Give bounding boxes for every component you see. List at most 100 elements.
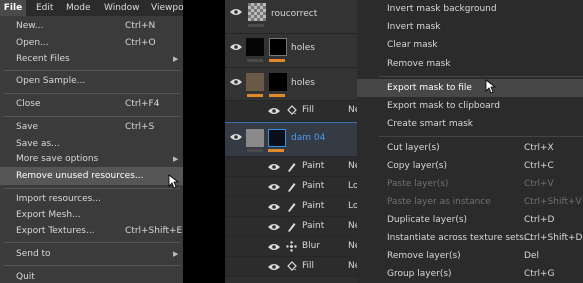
context-item-copy-layers[interactable]: Copy layer(s) Ctrl+C [357,157,583,175]
menu-item-label: Export Textures... [16,226,95,236]
effect-name: Fill [302,261,315,271]
eye-icon[interactable] [230,43,242,51]
effect-row[interactable]: Paint Ne [225,217,357,237]
menu-viewport[interactable]: Viewpo [151,0,183,16]
menu-separator [4,93,180,94]
context-item-cut-layers[interactable]: Cut layer(s) Ctrl+X [357,139,583,157]
context-item-shortcut: Ctrl+C [524,161,554,171]
menu-file[interactable]: File [0,0,26,16]
mask-thumbnail [268,129,286,147]
menu-item-quit[interactable]: Quit [0,268,183,283]
menu-item-export-textures[interactable]: Export Textures... Ctrl+Shift+E [0,222,183,240]
layers-panel: roucorrect holes holes Fill Ne [225,0,357,283]
menu-item-new[interactable]: New... Ctrl+N [0,17,183,35]
eye-icon[interactable] [268,223,280,231]
context-item-label: Remove mask [387,59,451,69]
eye-icon[interactable] [268,243,280,251]
menu-item-label: Recent Files [16,54,70,64]
context-item-label: Invert mask [387,22,441,32]
context-item-shortcut: Del [524,251,539,261]
context-item-duplicate-layers[interactable]: Duplicate layer(s) Ctrl+D [357,211,583,229]
context-item-group-layers[interactable]: Group layer(s) Ctrl+G [357,265,583,283]
layer-name: dam 04 [291,133,326,143]
effect-name: Paint [302,221,325,231]
context-item-label: Invert mask background [387,4,497,14]
brush-icon [288,203,296,212]
layer-thumbnail [246,73,264,91]
layer-group-row[interactable]: dam 04 [225,122,357,157]
context-item-export-mask-to-clipboard[interactable]: Export mask to clipboard [357,97,583,115]
context-item-invert-mask-background[interactable]: Invert mask background [357,0,583,18]
menu-item-label: Open Sample... [16,76,86,86]
effect-row[interactable]: Blur Ne [225,237,357,257]
menu-item-recent-files[interactable]: Recent Files ▶ [0,50,183,68]
layer-mask-bar [248,24,264,27]
eye-icon[interactable] [268,107,280,115]
menu-separator [4,242,180,243]
menu-separator [4,188,180,189]
menu-item-remove-unused-resources[interactable]: Remove unused resources... [0,167,183,185]
context-item-shortcut: Ctrl+V [524,179,554,189]
context-item-shortcut: Ctrl+X [524,143,554,153]
layer-mask-bar [269,94,285,97]
context-item-paste-layer-as-instance[interactable]: Paste layer as instance Ctrl+Shift+V [357,193,583,211]
context-item-label: Paste layer(s) [387,179,449,189]
effect-row[interactable]: Paint Ne [225,157,357,177]
layer-row[interactable]: roucorrect [225,0,357,34]
context-item-create-smart-mask[interactable]: Create smart mask [357,115,583,133]
effect-row[interactable]: Fill Ne [225,101,357,122]
context-separator [379,136,583,137]
context-item-instantiate-across-texture-sets[interactable]: Instantiate across texture sets... Ctrl+… [357,229,583,247]
layer-name: holes [291,78,315,88]
effect-row[interactable]: Paint Lo [225,197,357,217]
context-item-remove-mask[interactable]: Remove mask [357,55,583,73]
layer-row[interactable]: holes [225,34,357,68]
eye-icon[interactable] [268,163,280,171]
menu-item-shortcut: Ctrl+Shift+E [125,226,183,236]
eye-icon[interactable] [230,133,242,141]
menu-item-more-save-options[interactable]: More save options ▶ [0,150,183,168]
effect-blend-mode: Ne [348,105,357,115]
context-item-label: Duplicate layer(s) [387,215,468,225]
context-item-clear-mask[interactable]: Clear mask [357,36,583,54]
menu-window[interactable]: Window [104,0,140,16]
eye-icon[interactable] [230,8,242,16]
menu-separator [4,265,180,266]
layer-mask-bar [247,149,263,152]
layer-thumbnail [246,129,264,147]
menu-item-open-sample[interactable]: Open Sample... [0,72,183,90]
context-item-shortcut: Ctrl+Shift+V [524,197,582,207]
menu-item-close[interactable]: Close Ctrl+F4 [0,95,183,113]
menu-edit[interactable]: Edit [36,0,53,16]
context-item-invert-mask[interactable]: Invert mask [357,18,583,36]
menu-item-shortcut: Ctrl+F4 [125,99,160,109]
context-item-shortcut: Ctrl+Shift+D [524,233,583,243]
layer-row[interactable]: holes [225,68,357,101]
context-item-remove-layers[interactable]: Remove layer(s) Del [357,247,583,265]
eye-icon[interactable] [268,203,280,211]
menu-item-send-to[interactable]: Send to ▶ [0,245,183,263]
menu-item-label: Save [16,122,39,132]
menu-bar: File Edit Mode Window Viewpo [0,0,183,16]
eye-icon[interactable] [268,183,280,191]
menu-item-label: Remove unused resources... [16,171,144,181]
submenu-arrow-icon: ▶ [173,155,179,163]
layer-mask-bar [269,59,285,62]
menu-mode[interactable]: Mode [66,0,91,16]
context-item-paste-layers[interactable]: Paste layer(s) Ctrl+V [357,175,583,193]
effect-blend-mode: Ne [348,161,357,171]
context-item-label: Instantiate across texture sets... [387,233,533,243]
context-item-label: Create smart mask [387,119,474,129]
eye-icon[interactable] [268,263,280,271]
mask-thumbnail [269,73,287,91]
menu-item-save[interactable]: Save Ctrl+S [0,118,183,136]
mouse-cursor-icon [485,79,497,94]
effect-blend-mode: Lo [348,181,357,191]
layer-name: roucorrect [271,9,318,19]
effect-row[interactable]: Fill Ne [225,257,357,277]
effect-row[interactable]: Paint Lo [225,177,357,197]
layer-mask-bar [268,149,284,152]
context-item-export-mask-to-file[interactable]: Export mask to file [357,79,583,97]
eye-icon[interactable] [230,78,242,86]
context-item-label: Paste layer as instance [387,197,491,207]
